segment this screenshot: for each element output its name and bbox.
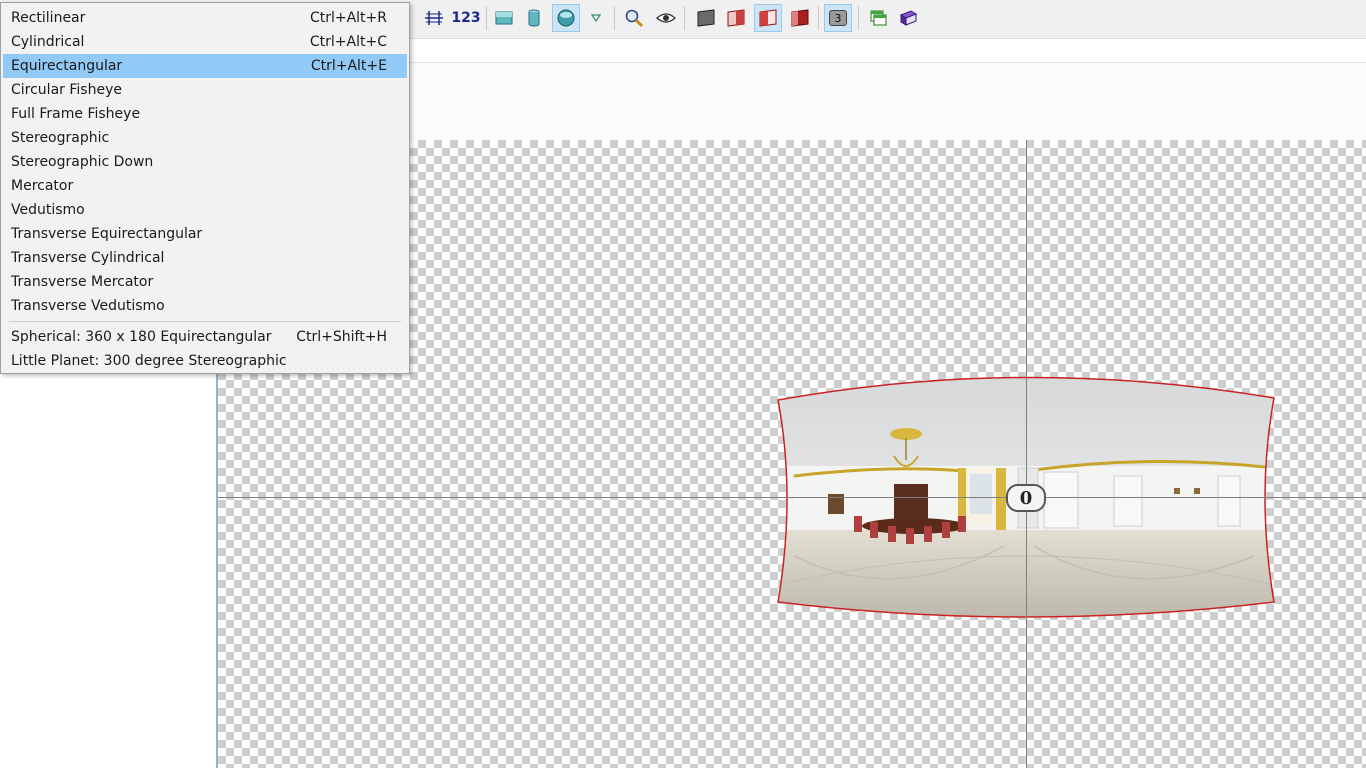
menu-item-shortcut: Ctrl+Shift+H (296, 329, 387, 345)
menu-item-label: Transverse Mercator (11, 274, 154, 290)
menu-item-label: Circular Fisheye (11, 82, 122, 98)
menu-item-shortcut: Ctrl+Alt+R (309, 10, 387, 26)
window-icon[interactable] (864, 4, 892, 32)
layer-count-button[interactable]: 3 (824, 4, 852, 32)
sphere-icon[interactable] (552, 4, 580, 32)
preview-header-band (410, 62, 1366, 141)
menu-item-label: Rectilinear (11, 10, 86, 26)
help-book-icon[interactable] (894, 4, 922, 32)
menu-item-label: Stereographic Down (11, 154, 154, 170)
menu-item-label: Spherical: 360 x 180 Equirectangular (11, 329, 272, 345)
menu-item-label: Transverse Cylindrical (11, 250, 165, 266)
menu-item-label: Mercator (11, 178, 74, 194)
menu-item-label: Full Frame Fisheye (11, 106, 141, 122)
numbers-label: 123 (451, 10, 481, 26)
menu-item-shortcut: Ctrl+Alt+E (310, 58, 387, 74)
menu-item-label: Vedutismo (11, 202, 85, 218)
left-panel (0, 374, 216, 768)
eye-icon[interactable] (652, 4, 680, 32)
menu-item-cylindrical[interactable]: Cylindrical Ctrl+Alt+C (3, 30, 407, 54)
menu-item-transverse-vedutismo[interactable]: Transverse Vedutismo (3, 294, 407, 318)
numbers-button[interactable]: 123 (450, 4, 482, 32)
gray-sheet-icon[interactable] (692, 4, 720, 32)
menu-item-label: Transverse Equirectangular (11, 226, 203, 242)
menu-item-label: Equirectangular (11, 58, 123, 74)
menu-item-equirectangular[interactable]: Equirectangular Ctrl+Alt+E (3, 54, 407, 78)
menu-item-little-planet-preset[interactable]: Little Planet: 300 degree Stereographic (3, 349, 407, 373)
panorama-editor: 123 3 0 Rectilinear Ctrl+Alt+R Cylindric… (0, 0, 1366, 768)
cylinder-icon[interactable] (520, 4, 548, 32)
menu-item-circular-fisheye[interactable]: Circular Fisheye (3, 78, 407, 102)
zoom-icon[interactable] (620, 4, 648, 32)
menu-item-rectilinear[interactable]: Rectilinear Ctrl+Alt+R (3, 6, 407, 30)
menu-item-stereographic[interactable]: Stereographic (3, 126, 407, 150)
menu-item-mercator[interactable]: Mercator (3, 174, 407, 198)
menu-item-transverse-mercator[interactable]: Transverse Mercator (3, 270, 407, 294)
horizontal-guide-line (218, 497, 1366, 498)
menu-item-spherical-preset[interactable]: Spherical: 360 x 180 Equirectangular Ctr… (3, 325, 407, 349)
menu-item-label: Transverse Vedutismo (11, 298, 165, 314)
projection-dropdown-icon[interactable] (584, 4, 608, 32)
menu-item-label: Little Planet: 300 degree Stereographic (11, 353, 287, 369)
light-sheet-icon[interactable] (722, 4, 750, 32)
menu-item-full-frame-fisheye[interactable]: Full Frame Fisheye (3, 102, 407, 126)
menu-item-label: Stereographic (11, 130, 110, 146)
red-sheet-icon[interactable] (786, 4, 814, 32)
menu-item-vedutismo[interactable]: Vedutismo (3, 198, 407, 222)
projection-menu: Rectilinear Ctrl+Alt+R Cylindrical Ctrl+… (0, 2, 410, 374)
menu-item-shortcut: Ctrl+Alt+C (309, 34, 387, 50)
menu-separator (9, 321, 401, 322)
layer-count-badge: 3 (829, 10, 847, 26)
straighten-icon[interactable] (420, 4, 448, 32)
menu-item-transverse-equirectangular[interactable]: Transverse Equirectangular (3, 222, 407, 246)
menu-item-label: Cylindrical (11, 34, 85, 50)
rectilinear-view-icon[interactable] (490, 4, 518, 32)
vertical-guide-line (1026, 140, 1027, 768)
menu-item-stereographic-down[interactable]: Stereographic Down (3, 150, 407, 174)
mixed-sheet-icon[interactable] (754, 4, 782, 32)
image-number-badge[interactable]: 0 (1006, 484, 1046, 512)
menu-item-transverse-cylindrical[interactable]: Transverse Cylindrical (3, 246, 407, 270)
